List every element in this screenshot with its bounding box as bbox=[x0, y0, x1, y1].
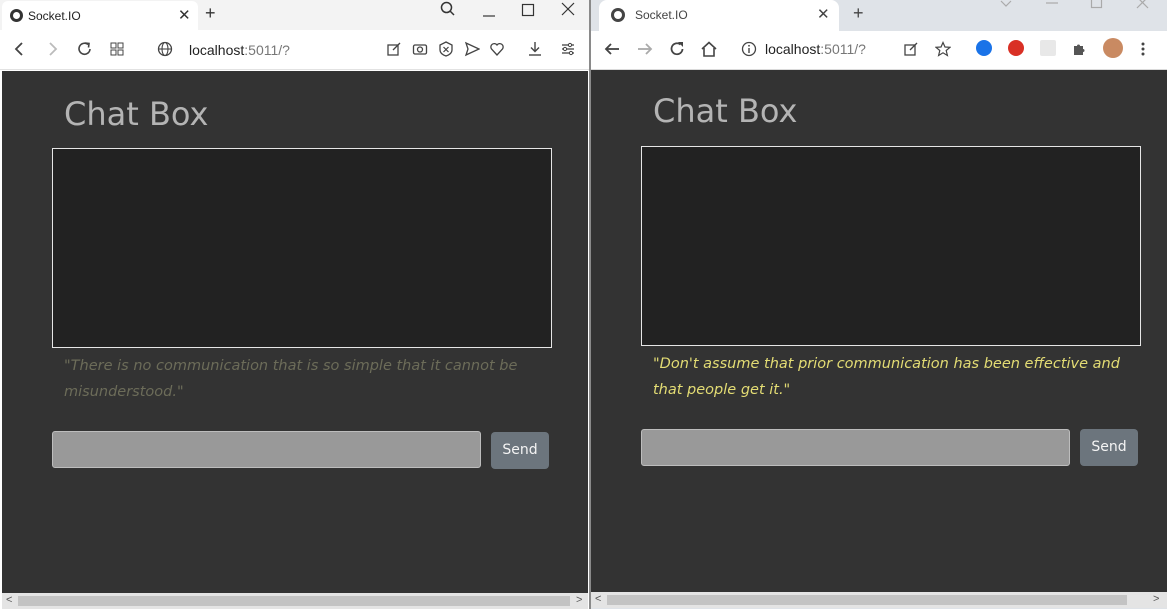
download-icon[interactable] bbox=[527, 40, 543, 63]
chat-messages-box bbox=[52, 148, 552, 348]
send-icon[interactable] bbox=[464, 40, 481, 63]
left-page-content: Chat Box "There is no communication that… bbox=[2, 71, 588, 593]
send-button[interactable]: Send bbox=[491, 432, 549, 469]
speed-dial-icon[interactable] bbox=[110, 40, 124, 63]
minimize-icon[interactable] bbox=[482, 4, 496, 28]
url-rest: :5011/? bbox=[244, 42, 290, 58]
new-tab-button[interactable]: + bbox=[205, 3, 216, 24]
back-icon[interactable] bbox=[13, 40, 27, 63]
horizontal-scrollbar[interactable]: < > bbox=[2, 593, 588, 609]
profile-avatar[interactable] bbox=[1103, 38, 1123, 58]
scroll-left-icon[interactable]: < bbox=[6, 594, 12, 606]
chat-messages-box bbox=[641, 146, 1141, 346]
url-host: localhost bbox=[765, 41, 821, 57]
close-tab-icon[interactable]: ✕ bbox=[817, 5, 830, 23]
left-address-bar[interactable]: localhost:5011/? bbox=[189, 42, 290, 58]
right-browser-window: Socket.IO ✕ + localhost:5011/? Chat Box … bbox=[591, 0, 1167, 609]
close-tab-icon[interactable]: ✕ bbox=[178, 6, 191, 24]
url-rest: :5011/? bbox=[820, 41, 866, 57]
extension-grey-icon[interactable] bbox=[1040, 40, 1056, 56]
page-title: Chat Box bbox=[64, 95, 209, 133]
right-page-content: Chat Box "Don't assume that prior commun… bbox=[591, 70, 1167, 592]
scrollbar-thumb[interactable] bbox=[18, 596, 570, 606]
send-button[interactable]: Send bbox=[1080, 429, 1138, 466]
home-icon[interactable] bbox=[700, 40, 718, 63]
new-tab-button[interactable]: + bbox=[853, 3, 864, 24]
left-tab[interactable]: Socket.IO ✕ bbox=[2, 1, 198, 30]
horizontal-scrollbar[interactable]: < > bbox=[591, 592, 1167, 608]
left-tab-title: Socket.IO bbox=[28, 9, 81, 23]
share-icon[interactable] bbox=[386, 40, 402, 63]
page-title: Chat Box bbox=[653, 92, 798, 130]
extensions-puzzle-icon[interactable] bbox=[1071, 41, 1087, 62]
left-toolbar: localhost:5011/? bbox=[0, 30, 589, 70]
search-tabs-icon[interactable] bbox=[440, 0, 456, 24]
extension-blue-icon[interactable] bbox=[976, 40, 992, 56]
quote-text: "There is no communication that is so si… bbox=[64, 358, 518, 400]
site-info-icon[interactable] bbox=[741, 41, 757, 62]
reload-icon[interactable] bbox=[77, 40, 93, 63]
scroll-right-icon[interactable]: > bbox=[576, 594, 582, 606]
message-input[interactable] bbox=[52, 431, 481, 468]
right-toolbar: localhost:5011/? bbox=[591, 31, 1167, 70]
url-host: localhost bbox=[189, 42, 245, 58]
forward-icon[interactable] bbox=[45, 40, 59, 63]
extension-red-hand-icon[interactable] bbox=[1008, 40, 1024, 56]
share-icon[interactable] bbox=[903, 41, 919, 62]
scroll-right-icon[interactable]: > bbox=[1153, 593, 1159, 605]
quote-text: "Don't assume that prior communication h… bbox=[653, 356, 1120, 398]
bookmark-star-icon[interactable] bbox=[934, 41, 952, 62]
scrollbar-thumb[interactable] bbox=[607, 595, 1127, 605]
minimize-icon[interactable] bbox=[1045, 0, 1059, 14]
close-window-icon[interactable] bbox=[561, 2, 575, 20]
globe-favicon-icon bbox=[611, 8, 625, 22]
left-tab-bar: Socket.IO ✕ + bbox=[0, 0, 589, 30]
close-window-icon[interactable] bbox=[1136, 0, 1150, 14]
scroll-left-icon[interactable]: < bbox=[595, 593, 601, 605]
easy-setup-icon[interactable] bbox=[560, 40, 576, 63]
forward-icon[interactable] bbox=[636, 40, 654, 63]
globe-favicon-icon bbox=[10, 9, 23, 22]
maximize-icon[interactable] bbox=[521, 3, 535, 21]
maximize-icon[interactable] bbox=[1090, 0, 1104, 14]
left-browser-window: Socket.IO ✕ + localhost:5011/? Chat Box … bbox=[0, 0, 589, 609]
right-address-bar[interactable]: localhost:5011/? bbox=[765, 41, 866, 57]
right-tab-title: Socket.IO bbox=[635, 8, 688, 22]
menu-kebab-icon[interactable] bbox=[1140, 40, 1146, 63]
heart-icon[interactable] bbox=[489, 40, 505, 63]
camera-icon[interactable] bbox=[412, 40, 428, 63]
reload-icon[interactable] bbox=[668, 40, 686, 63]
right-tab[interactable]: Socket.IO ✕ bbox=[599, 0, 839, 31]
site-info-globe-icon[interactable] bbox=[157, 40, 173, 63]
shield-icon[interactable] bbox=[438, 40, 454, 63]
right-tab-bar: Socket.IO ✕ + bbox=[591, 0, 1167, 31]
message-input[interactable] bbox=[641, 429, 1070, 466]
back-icon[interactable] bbox=[603, 40, 621, 63]
tab-search-icon[interactable] bbox=[999, 0, 1013, 14]
